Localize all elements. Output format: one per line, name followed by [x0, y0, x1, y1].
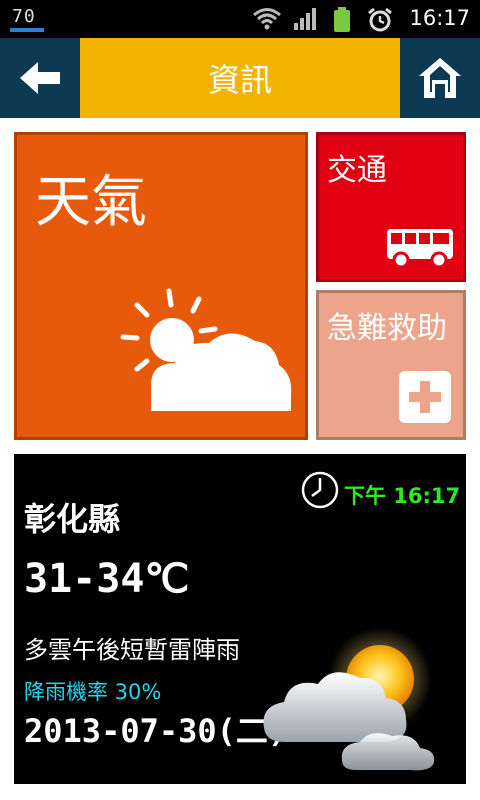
emergency-tile-label: 急難救助 [327, 311, 447, 346]
weather-tile[interactable]: 天氣 [14, 132, 308, 440]
clock-icon [301, 471, 339, 509]
alarm-icon [368, 7, 392, 32]
page-title: 資訊 [207, 61, 272, 99]
city-name: 彰化縣 [24, 500, 121, 538]
plus-icon [399, 371, 451, 423]
weather-date: 2013-07-30(二) [24, 712, 288, 750]
signal-icon [294, 8, 316, 30]
weather-tile-label: 天氣 [35, 170, 147, 235]
status-bar: 70 16:17 [0, 0, 480, 38]
notification-progress [10, 28, 44, 32]
home-button[interactable] [400, 38, 480, 118]
home-icon [419, 58, 461, 98]
emergency-tile[interactable]: 急難救助 [316, 290, 466, 440]
panel-time: 下午 16:17 [344, 484, 461, 508]
battery-icon [334, 7, 350, 32]
status-time: 16:17 [409, 6, 470, 30]
sun-behind-cloud-icon [263, 627, 435, 771]
back-button[interactable] [0, 38, 80, 118]
traffic-tile-label: 交通 [327, 153, 387, 188]
title-area: 資訊 [80, 38, 400, 118]
sun-cloud-icon [120, 288, 292, 411]
temperature: 31-34℃ [24, 556, 190, 602]
title-bar: 資訊 [0, 38, 480, 118]
rain-chance: 降雨機率 30% [24, 680, 162, 704]
notification-number: 70 [12, 6, 36, 27]
arrow-left-icon [20, 62, 60, 94]
bus-icon [387, 229, 453, 269]
weather-panel[interactable]: 下午 16:17 彰化縣 31-34℃ 多雲午後短暫雷陣雨 降雨機率 30% 2… [14, 454, 466, 784]
traffic-tile[interactable]: 交通 [316, 132, 466, 282]
weather-description: 多雲午後短暫雷陣雨 [24, 636, 240, 664]
wifi-icon [253, 8, 281, 30]
